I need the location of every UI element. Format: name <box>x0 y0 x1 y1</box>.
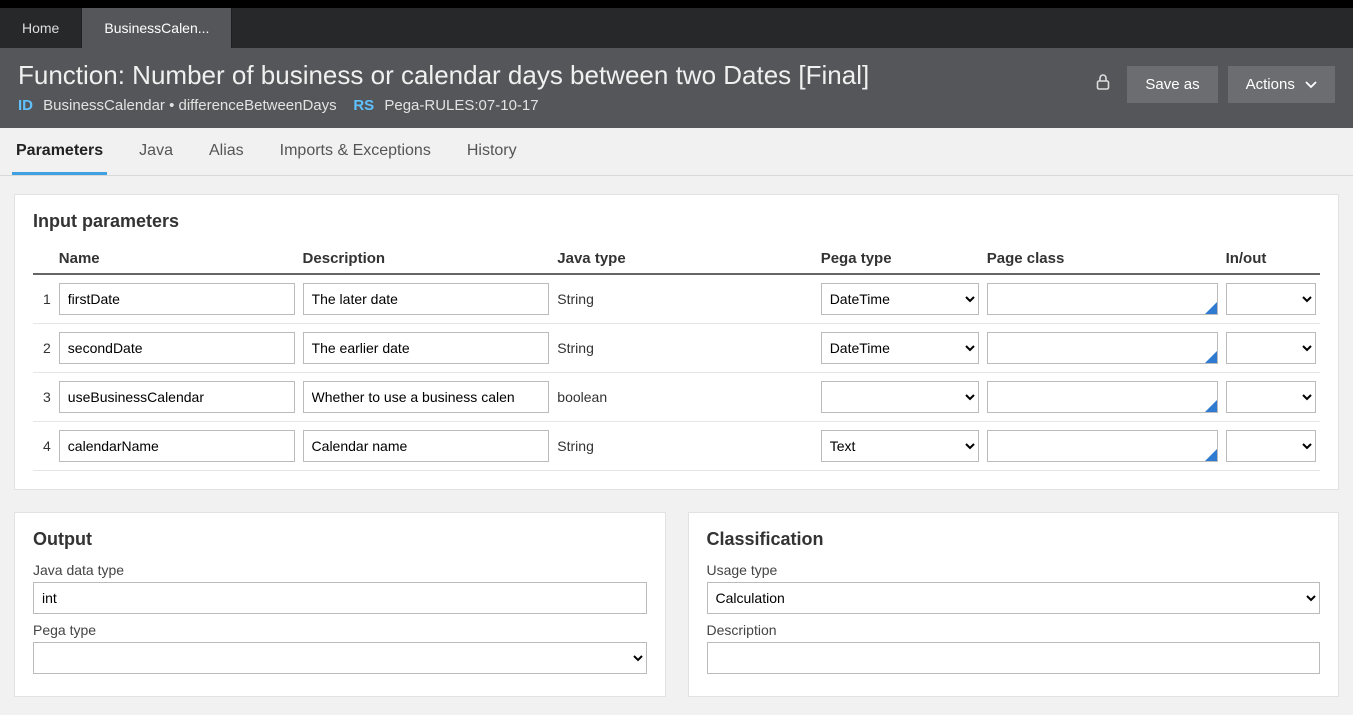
param-java-type: String <box>553 324 816 373</box>
param-pega-select[interactable]: DateTime <box>821 332 979 364</box>
rule-subtitle: ID BusinessCalendar • differenceBetweenD… <box>18 97 1089 114</box>
chevron-down-icon <box>1305 76 1317 93</box>
col-pega-type: Pega type <box>817 244 983 274</box>
usage-type-select[interactable]: Calculation <box>707 582 1321 614</box>
param-name-input[interactable] <box>59 332 295 364</box>
usage-type-label: Usage type <box>707 562 1321 578</box>
page-class-input[interactable] <box>987 430 1218 462</box>
param-name-input[interactable] <box>59 381 295 413</box>
table-row: 1 StringDateTime <box>33 274 1320 324</box>
param-java-type: String <box>553 274 816 324</box>
col-description: Description <box>299 244 554 274</box>
col-in-out: In/out <box>1222 244 1320 274</box>
param-java-type: boolean <box>553 373 816 422</box>
param-pega-select[interactable]: Text <box>821 430 979 462</box>
row-index: 1 <box>33 274 55 324</box>
output-pega-label: Pega type <box>33 622 647 638</box>
col-page-class: Page class <box>983 244 1222 274</box>
output-heading: Output <box>33 529 647 550</box>
actions-label: Actions <box>1246 76 1295 93</box>
col-name: Name <box>55 244 299 274</box>
ruleset-value: Pega-RULES:07-10-17 <box>384 97 538 114</box>
tab-parameters[interactable]: Parameters <box>12 128 107 175</box>
output-pega-select[interactable] <box>33 642 647 674</box>
param-pega-select[interactable]: DateTime <box>821 283 979 315</box>
save-as-button[interactable]: Save as <box>1127 66 1217 103</box>
param-desc-input[interactable] <box>303 283 550 315</box>
rule-header: Function: Number of business or calendar… <box>0 48 1353 128</box>
page-class-input[interactable] <box>987 381 1218 413</box>
param-pega-select[interactable] <box>821 381 979 413</box>
workspace-tabbar: Home BusinessCalen... <box>0 8 1353 48</box>
output-java-label: Java data type <box>33 562 647 578</box>
param-name-input[interactable] <box>59 283 295 315</box>
param-desc-input[interactable] <box>303 381 550 413</box>
classification-desc-label: Description <box>707 622 1321 638</box>
in-out-select[interactable] <box>1226 381 1316 413</box>
tab-alias[interactable]: Alias <box>205 128 248 175</box>
tab-home[interactable]: Home <box>0 8 82 48</box>
table-row: 4 StringText <box>33 422 1320 471</box>
output-card: Output Java data type Pega type <box>14 512 666 697</box>
tab-business-calendar[interactable]: BusinessCalen... <box>82 8 232 48</box>
classification-card: Classification Usage type Calculation De… <box>688 512 1340 697</box>
table-row: 3 boolean <box>33 373 1320 422</box>
tab-imports-exceptions[interactable]: Imports & Exceptions <box>276 128 435 175</box>
output-java-input[interactable] <box>33 582 647 614</box>
row-index: 2 <box>33 324 55 373</box>
page-class-input[interactable] <box>987 283 1218 315</box>
param-desc-input[interactable] <box>303 430 550 462</box>
row-index: 3 <box>33 373 55 422</box>
input-parameters-table: Name Description Java type Pega type Pag… <box>33 244 1320 471</box>
col-java-type: Java type <box>553 244 816 274</box>
col-index <box>33 244 55 274</box>
rule-title: Function: Number of business or calendar… <box>18 60 1089 91</box>
lock-icon[interactable] <box>1089 71 1117 98</box>
actions-button[interactable]: Actions <box>1228 66 1335 103</box>
param-java-type: String <box>553 422 816 471</box>
table-row: 2 StringDateTime <box>33 324 1320 373</box>
in-out-select[interactable] <box>1226 332 1316 364</box>
page-class-input[interactable] <box>987 332 1218 364</box>
rs-chip: RS <box>353 97 374 114</box>
in-out-select[interactable] <box>1226 283 1316 315</box>
in-out-select[interactable] <box>1226 430 1316 462</box>
rule-form-tabs: Parameters Java Alias Imports & Exceptio… <box>0 128 1353 176</box>
input-parameters-heading: Input parameters <box>33 211 1320 232</box>
param-name-input[interactable] <box>59 430 295 462</box>
tab-java[interactable]: Java <box>135 128 177 175</box>
rule-id-value: BusinessCalendar • differenceBetweenDays <box>43 97 336 114</box>
input-parameters-card: Input parameters Name Description Java t… <box>14 194 1339 490</box>
param-desc-input[interactable] <box>303 332 550 364</box>
app-chrome-top <box>0 0 1353 8</box>
tab-history[interactable]: History <box>463 128 521 175</box>
classification-desc-input[interactable] <box>707 642 1321 674</box>
id-chip: ID <box>18 97 33 114</box>
row-index: 4 <box>33 422 55 471</box>
classification-heading: Classification <box>707 529 1321 550</box>
